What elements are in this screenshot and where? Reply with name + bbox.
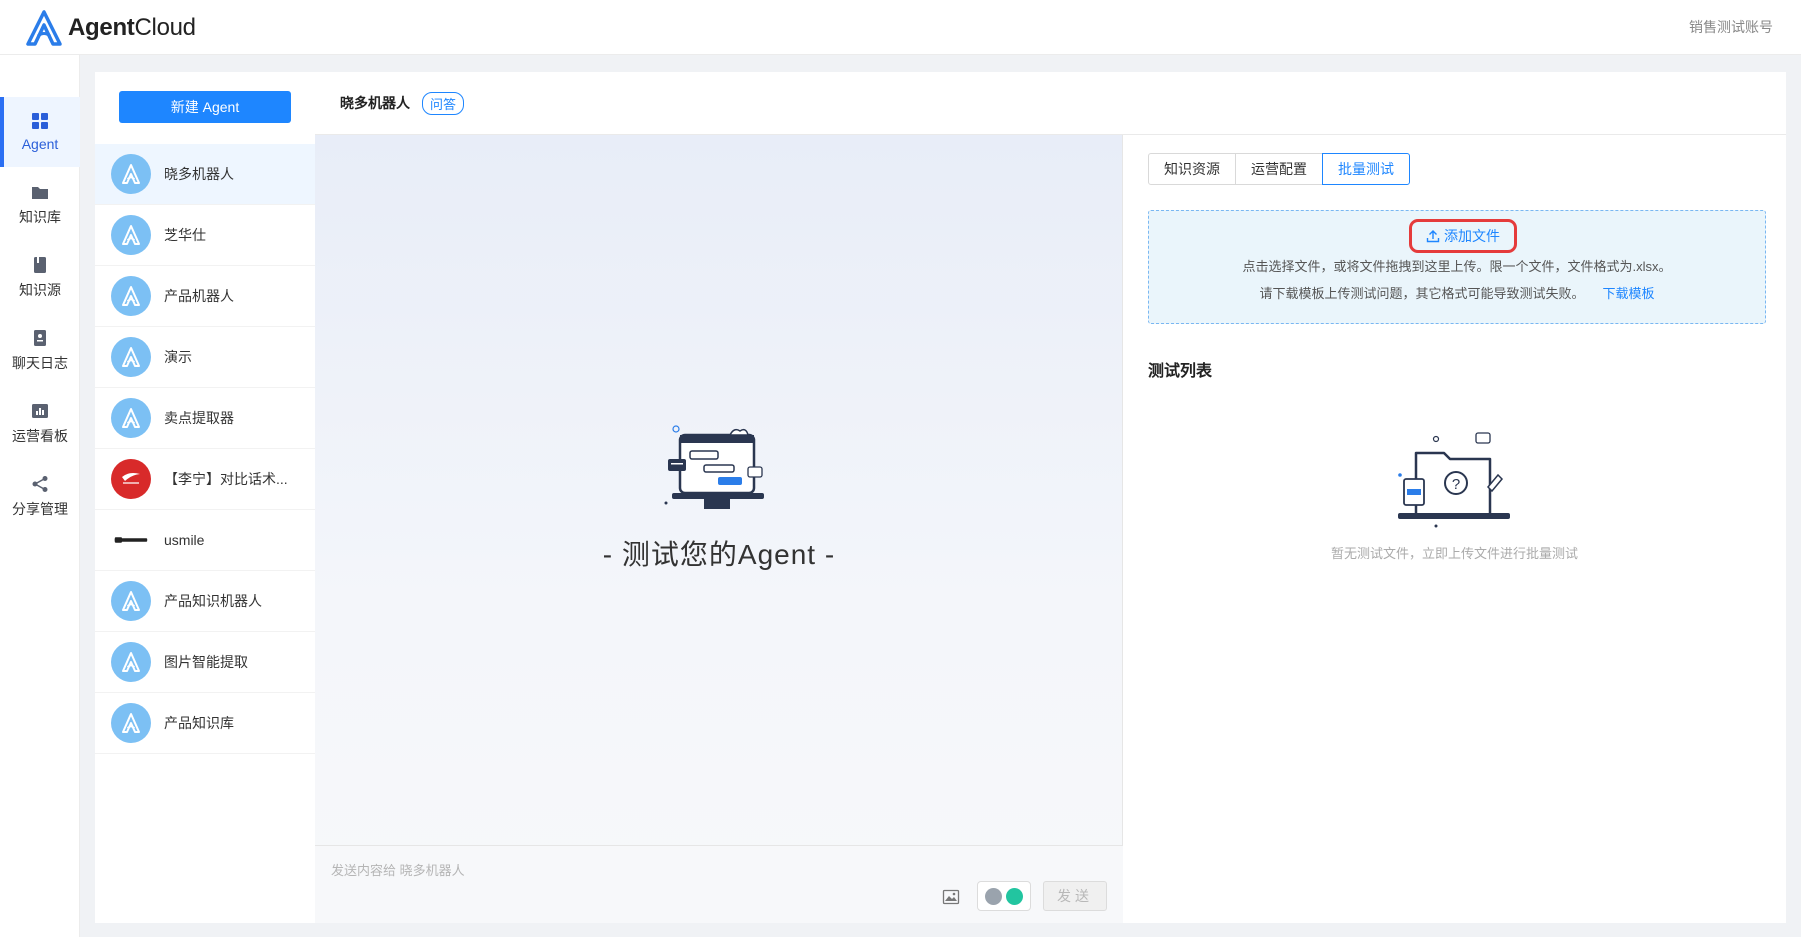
agent-name: 产品机器人 <box>164 288 234 304</box>
agent-list-item[interactable]: 产品知识库 <box>95 693 315 754</box>
agent-title: 晓多机器人 <box>340 95 410 111</box>
upload-icon <box>1426 230 1440 243</box>
nav-label: 知识源 <box>19 282 61 298</box>
agent-avatar <box>111 215 151 255</box>
agent-avatar <box>111 581 151 621</box>
empty-state-text: 暂无测试文件，立即上传文件进行批量测试 <box>1330 546 1578 561</box>
agent-name: 图片智能提取 <box>164 654 248 670</box>
tab-batch-test[interactable]: 批量测试 <box>1322 153 1410 185</box>
nav-chat-log[interactable]: 聊天日志 <box>0 316 80 386</box>
agent-name: 产品知识机器人 <box>164 593 262 609</box>
agent-header: 晓多机器人 问答 <box>315 72 1786 135</box>
nav-label: Agent <box>21 136 59 152</box>
book-icon <box>34 257 46 273</box>
agent-list-item[interactable]: 晓多机器人 <box>95 144 315 205</box>
agent-avatar <box>111 398 151 438</box>
chat-pane: - 测试您的Agent - 发送内容给 晓多机器人 发送 <box>315 135 1123 923</box>
agent-avatar <box>111 703 151 743</box>
left-nav: Agent 知识库 知识源 聊天日志 运营看板 分享管理 <box>0 55 80 937</box>
add-file-label: 添加文件 <box>1444 228 1500 244</box>
nav-share[interactable]: 分享管理 <box>0 462 80 532</box>
nav-agent[interactable]: Agent <box>0 97 80 167</box>
agent-list-item[interactable]: 产品知识机器人 <box>95 571 315 632</box>
nav-knowledge-source[interactable]: 知识源 <box>0 243 80 313</box>
nav-label: 分享管理 <box>12 501 68 517</box>
agent-list-item[interactable]: 演示 <box>95 327 315 388</box>
agent-list-item[interactable]: 芝华仕 <box>95 205 315 266</box>
agent-icon <box>122 408 140 428</box>
agent-avatar <box>111 337 151 377</box>
log-icon <box>34 330 46 346</box>
download-template-link[interactable]: 下载模板 <box>1603 286 1655 301</box>
nav-knowledge-base[interactable]: 知识库 <box>0 170 80 240</box>
agent-avatar <box>111 154 151 194</box>
top-bar: AgentCloud 销售测试账号 <box>0 0 1801 55</box>
chat-mode-icon[interactable] <box>1006 887 1023 905</box>
nav-label: 聊天日志 <box>12 355 68 371</box>
chat-empty-title: - 测试您的Agent - <box>602 539 836 570</box>
agent-list-item[interactable]: 产品机器人 <box>95 266 315 327</box>
agent-avatar <box>111 642 151 682</box>
image-upload-icon[interactable] <box>942 888 960 906</box>
tab-operation-config[interactable]: 运营配置 <box>1235 153 1323 185</box>
agent-icon <box>122 347 140 367</box>
agent-name: 【李宁】对比话术... <box>164 471 288 487</box>
app-title: AgentCloud <box>68 14 196 41</box>
chat-input-area[interactable]: 发送内容给 晓多机器人 发送 <box>315 845 1123 923</box>
svg-text:?: ? <box>1452 476 1460 493</box>
agent-list-item[interactable]: 卖点提取器 <box>95 388 315 449</box>
bot-mode-icon[interactable] <box>985 887 1002 905</box>
agent-icon <box>122 652 140 672</box>
agent-name: 演示 <box>164 349 192 365</box>
file-upload-dropzone[interactable]: 添加文件 点击选择文件，或将文件拖拽到这里上传。限一个文件，文件格式为.xlsx… <box>1148 210 1766 324</box>
agent-name: 晓多机器人 <box>164 166 234 182</box>
agent-panel: 新建 Agent 晓多机器人 芝华仕 产品机器人 演示 卖点提取器 【李宁】对比… <box>95 72 315 923</box>
nav-label: 知识库 <box>19 209 61 225</box>
agent-name: 卖点提取器 <box>164 410 234 426</box>
main-area: 晓多机器人 问答 - 测试您的Agent - 发送内容给 晓多机器人 发送 知识… <box>315 72 1786 923</box>
account-name[interactable]: 销售测试账号 <box>1689 17 1773 37</box>
li-ning-logo <box>111 459 151 499</box>
agent-icon <box>122 286 140 306</box>
agent-type-badge: 问答 <box>422 91 465 115</box>
upload-template-hint: 请下载模板上传测试问题，其它格式可能导致测试失败。 下载模板 <box>1149 283 1765 302</box>
nav-dashboard[interactable]: 运营看板 <box>0 389 80 459</box>
nav-label: 运营看板 <box>12 428 68 444</box>
usmile-wordmark-icon <box>114 537 148 543</box>
agent-name: usmile <box>164 532 205 548</box>
chat-illustration-icon <box>664 425 764 509</box>
agent-icon <box>122 591 140 611</box>
agent-name: 产品知识库 <box>164 715 234 731</box>
agent-list-item[interactable]: 【李宁】对比话术... <box>95 449 315 510</box>
agent-list: 晓多机器人 芝华仕 产品机器人 演示 卖点提取器 【李宁】对比话术... usm… <box>95 144 315 754</box>
app-logo[interactable]: AgentCloud <box>24 9 196 47</box>
add-file-button[interactable]: 添加文件 <box>1409 219 1517 253</box>
agent-icon <box>122 164 140 184</box>
grid-icon <box>32 113 48 129</box>
new-agent-button[interactable]: 新建 Agent <box>119 91 291 123</box>
agent-list-item[interactable]: 图片智能提取 <box>95 632 315 693</box>
empty-folder-icon: ? <box>1398 432 1510 528</box>
chat-tools-toggle[interactable] <box>977 881 1031 911</box>
tab-knowledge-resource[interactable]: 知识资源 <box>1148 153 1236 185</box>
upload-hint: 点击选择文件，或将文件拖拽到这里上传。限一个文件，文件格式为.xlsx。 <box>1242 259 1672 274</box>
agent-name: 芝华仕 <box>164 227 206 243</box>
agent-icon <box>122 713 140 733</box>
chat-input[interactable]: 发送内容给 晓多机器人 <box>331 860 465 879</box>
chart-icon <box>32 404 48 418</box>
li-ning-swoosh-icon <box>122 473 140 484</box>
agent-list-item[interactable]: usmile <box>95 510 315 571</box>
test-list-title: 测试列表 <box>1148 363 1213 380</box>
config-pane: 知识资源 运营配置 批量测试 添加文件 点击选择文件，或将文件拖拽到这里上传。限… <box>1123 135 1786 923</box>
agent-avatar <box>111 276 151 316</box>
config-tabs: 知识资源 运营配置 批量测试 <box>1148 153 1410 185</box>
send-button[interactable]: 发送 <box>1043 881 1107 911</box>
template-hint-text: 请下载模板上传测试问题，其它格式可能导致测试失败。 <box>1259 286 1585 301</box>
folder-icon <box>32 187 48 199</box>
agent-icon <box>122 225 140 245</box>
usmile-logo <box>111 520 151 560</box>
share-icon <box>32 476 48 492</box>
agent-cloud-logo-icon <box>26 10 62 46</box>
